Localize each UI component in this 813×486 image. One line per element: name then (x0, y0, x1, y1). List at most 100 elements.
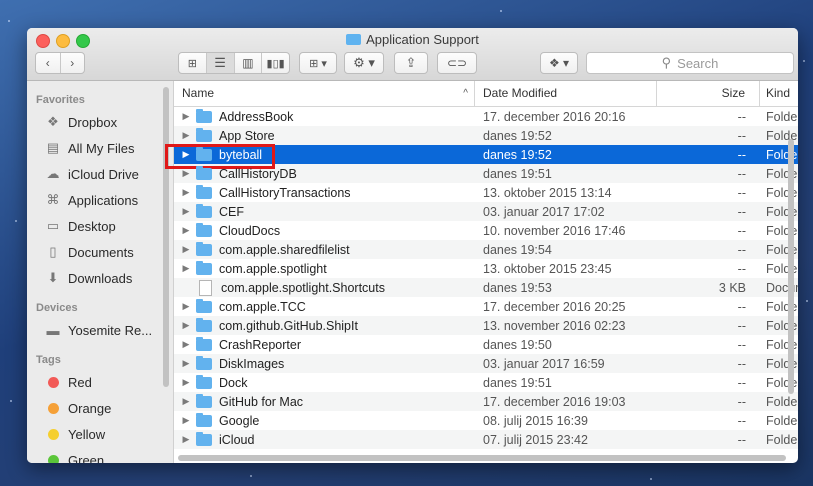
sidebar-item-all-my-files[interactable]: ▤ All My Files (27, 135, 173, 161)
file-date: danes 19:54 (483, 242, 552, 257)
coverflow-view-button[interactable]: ▮▯▮ (262, 53, 289, 73)
arrange-button[interactable]: ⊞ ▾ (299, 52, 337, 74)
file-row[interactable]: ▶ Google 08. julij 2015 16:39 -- Folder (174, 411, 798, 430)
file-name: CloudDocs (219, 223, 281, 238)
disclosure-triangle-icon[interactable]: ▶ (174, 434, 196, 445)
folder-icon (196, 203, 212, 218)
file-size: -- (737, 166, 746, 181)
sidebar-item-desktop[interactable]: ▭ Desktop (27, 213, 173, 239)
file-row[interactable]: ▶ Dock danes 19:51 -- Folder (174, 373, 798, 392)
sidebar-tag-red[interactable]: Red (27, 369, 173, 395)
share-button[interactable]: ⇪ (394, 52, 428, 74)
file-row[interactable]: ▶ CallHistoryTransactions 13. oktober 2015… (174, 183, 798, 202)
disclosure-triangle-icon[interactable]: ▶ (174, 244, 196, 255)
file-name-cell: ▶ CallHistoryDB (174, 165, 475, 181)
column-header-kind[interactable]: Kind (760, 81, 798, 106)
file-row[interactable]: ▶ CloudDocs 10. november 2016 17:46 -- Folde… (174, 221, 798, 240)
file-row[interactable]: com.apple.spotlight.Shortcuts danes 19:53… (174, 278, 798, 297)
disclosure-triangle-icon[interactable]: ▶ (174, 415, 196, 426)
sidebar-item-dropbox[interactable]: ❖ Dropbox (27, 109, 173, 135)
disclosure-triangle-icon[interactable]: ▶ (174, 301, 196, 312)
dropbox-icon: ❖ ▾ (548, 56, 570, 70)
vertical-scrollbar[interactable] (788, 139, 794, 394)
folder-icon (196, 108, 212, 123)
folder-icon (196, 298, 212, 313)
sidebar-tag-green[interactable]: Green (27, 447, 173, 463)
file-name-cell: ▶ CrashReporter (174, 336, 475, 352)
icon-view-button[interactable]: ⊞ (179, 53, 207, 73)
file-row[interactable]: ▶ com.apple.TCC 17. december 2016 20:25 -- F… (174, 297, 798, 316)
nav-buttons: ‹ › (35, 52, 85, 74)
file-row[interactable]: ▶ com.apple.spotlight 13. oktober 2015 23:… (174, 259, 798, 278)
disclosure-triangle-icon[interactable]: ▶ (174, 130, 196, 141)
tags-button[interactable]: ⊂⊃ (437, 52, 477, 74)
file-date: danes 19:52 (483, 128, 552, 143)
file-kind: Folder (766, 109, 798, 124)
disclosure-triangle-icon[interactable]: ▶ (174, 263, 196, 274)
sidebar-item-icloud-drive[interactable]: ☁ iCloud Drive (27, 161, 173, 187)
disclosure-triangle-icon[interactable]: ▶ (174, 358, 196, 369)
file-name: CrashReporter (219, 337, 301, 352)
file-row[interactable]: ▶ com.github.GitHub.ShipIt 13. november 20… (174, 316, 798, 335)
sidebar-item-downloads[interactable]: ⬇ Downloads (27, 265, 173, 291)
file-row[interactable]: ▶ AddressBook 17. december 2016 20:16 -- Fol… (174, 107, 798, 126)
list-view-button[interactable]: ☰ (206, 53, 235, 73)
file-name-cell: ▶ CloudDocs (174, 222, 475, 238)
column-view-button[interactable]: ▥ (235, 53, 263, 73)
file-row[interactable]: ▶ byteball danes 19:52 -- Folder (165, 143, 798, 169)
sidebar-tag-orange[interactable]: Orange (27, 395, 173, 421)
file-row[interactable]: ▶ iCloud 07. julij 2015 23:42 -- Folder (174, 430, 798, 449)
disclosure-triangle-icon[interactable]: ▶ (174, 396, 196, 407)
file-date: 03. januar 2017 16:59 (483, 356, 605, 371)
file-date: 13. november 2016 02:23 (483, 318, 626, 333)
disclosure-triangle-icon[interactable]: ▶ (174, 206, 196, 217)
file-row[interactable]: ▶ CallHistoryDB danes 19:51 -- Folder (174, 164, 798, 183)
green-tag-icon (47, 454, 59, 463)
sidebar-item-yosemite[interactable]: ▬ Yosemite Re... (27, 317, 173, 343)
file-row[interactable]: ▶ CEF 03. januar 2017 17:02 -- Folder (174, 202, 798, 221)
file-name-cell: ▶ com.apple.TCC (174, 298, 475, 314)
forward-button[interactable]: › (61, 53, 85, 73)
sidebar-scrollbar[interactable] (163, 87, 169, 387)
disclosure-triangle-icon[interactable]: ▶ (174, 168, 196, 179)
back-button[interactable]: ‹ (36, 53, 61, 73)
horizontal-scrollbar[interactable] (178, 455, 786, 461)
file-row[interactable]: ▶ DiskImages 03. januar 2017 16:59 -- Folder (174, 354, 798, 373)
column-header-date[interactable]: Date Modified (475, 81, 657, 106)
share-icon: ⇪ (405, 55, 417, 70)
folder-icon (196, 374, 212, 389)
column-header-name[interactable]: Name ^ (174, 81, 475, 106)
list-icon: ☰ (214, 55, 226, 70)
file-name-cell: ▶ GitHub for Mac (174, 393, 475, 409)
file-name-cell: ▶ CEF (174, 203, 475, 219)
tag-icon: ⊂⊃ (446, 56, 468, 70)
sidebar-item-documents[interactable]: ▯ Documents (27, 239, 173, 265)
file-row[interactable]: ▶ App Store danes 19:52 -- Folder (174, 126, 798, 145)
disclosure-triangle-icon[interactable]: ▶ (174, 320, 196, 331)
sidebar-heading-favorites: Favorites (36, 94, 85, 106)
desktop-icon: ▭ (46, 218, 60, 233)
file-size: -- (737, 375, 746, 390)
disclosure-triangle-icon[interactable]: ▶ (174, 225, 196, 236)
folder-icon (196, 412, 212, 427)
search-field[interactable]: ⚲ Search (586, 52, 794, 74)
search-icon: ⚲ (661, 55, 672, 70)
action-button[interactable]: ⚙ ▾ (344, 52, 384, 74)
file-date: 03. januar 2017 17:02 (483, 204, 605, 219)
finder-window: Application Support ‹ › ⊞ ☰ ▥ ▮▯▮ ⊞ ▾ ⚙ … (27, 28, 798, 463)
column-header-size[interactable]: Size (657, 81, 760, 106)
disclosure-triangle-icon[interactable]: ▶ (174, 187, 196, 198)
toolbar: Application Support ‹ › ⊞ ☰ ▥ ▮▯▮ ⊞ ▾ ⚙ … (27, 28, 798, 81)
sidebar-item-applications[interactable]: ⌘ Applications (27, 187, 173, 213)
file-row[interactable]: ▶ GitHub for Mac 17. december 2016 19:03 --… (174, 392, 798, 411)
dropbox-button[interactable]: ❖ ▾ (540, 52, 578, 74)
file-name: CallHistoryDB (219, 166, 297, 181)
file-row[interactable]: ▶ CrashReporter danes 19:50 -- Folder (174, 335, 798, 354)
arrange-icon: ⊞ ▾ (309, 57, 327, 70)
disclosure-triangle-icon[interactable]: ▶ (174, 339, 196, 350)
file-row[interactable]: ▶ com.apple.sharedfilelist danes 19:54 -- Fo… (174, 240, 798, 259)
file-date: danes 19:50 (483, 337, 552, 352)
disclosure-triangle-icon[interactable]: ▶ (174, 377, 196, 388)
sidebar-tag-yellow[interactable]: Yellow (27, 421, 173, 447)
disclosure-triangle-icon[interactable]: ▶ (174, 111, 196, 122)
